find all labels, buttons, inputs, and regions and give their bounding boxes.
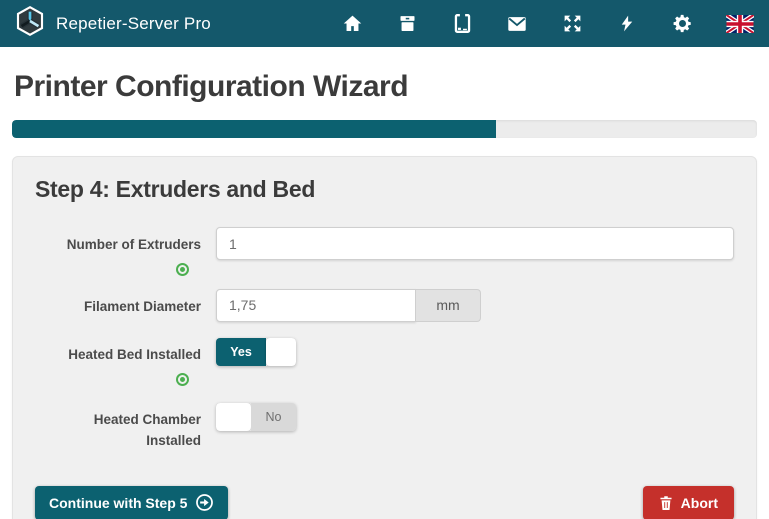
field-row-heated-bed: Heated Bed Installed Yes: [35, 337, 734, 386]
heated-bed-toggle[interactable]: Yes: [216, 338, 296, 366]
page-title: Printer Configuration Wizard: [14, 70, 755, 104]
progress-fill: [12, 120, 496, 138]
navbar-icons: [308, 13, 754, 35]
fullscreen-icon[interactable]: [561, 13, 583, 35]
extruders-help-icon[interactable]: [176, 263, 189, 276]
heated-chamber-toggle[interactable]: No: [216, 403, 296, 431]
field-row-extruders: Number of Extruders: [35, 227, 734, 276]
trash-icon: [659, 495, 673, 511]
wizard-progress-bar: [12, 120, 757, 138]
abort-button[interactable]: Abort: [643, 486, 734, 519]
arrow-right-circle-icon: [195, 493, 214, 512]
brand-title: Repetier-Server Pro: [56, 14, 211, 34]
wizard-buttons: Continue with Step 5 Abort: [35, 486, 734, 519]
toggle-knob: [266, 338, 296, 366]
navbar: Repetier-Server Pro: [0, 0, 769, 47]
heated-bed-label: Heated Bed Installed: [68, 345, 201, 366]
settings-gear-icon[interactable]: [671, 13, 693, 35]
emergency-stop-bolt-icon[interactable]: [616, 13, 638, 35]
continue-button-label: Continue with Step 5: [49, 495, 187, 511]
field-row-heated-chamber: Heated Chamber Installed No: [35, 402, 734, 452]
repetier-logo-icon: [14, 5, 46, 42]
brand[interactable]: Repetier-Server Pro: [14, 5, 211, 42]
filament-diameter-input[interactable]: [216, 289, 416, 322]
language-uk-flag-icon[interactable]: [726, 13, 754, 35]
continue-button[interactable]: Continue with Step 5: [35, 486, 228, 519]
filament-label: Filament Diameter: [84, 297, 201, 318]
heated-bed-help-icon[interactable]: [176, 373, 189, 386]
toggle-yes-label: Yes: [216, 338, 266, 366]
heated-chamber-label: Heated Chamber Installed: [83, 410, 201, 452]
step-title: Step 4: Extruders and Bed: [35, 176, 734, 203]
printer-icon[interactable]: [396, 13, 418, 35]
home-icon[interactable]: [341, 13, 363, 35]
toggle-no-label: No: [251, 403, 296, 431]
filament-unit-addon: mm: [416, 289, 481, 322]
abort-button-label: Abort: [681, 495, 718, 511]
main-content: Printer Configuration Wizard Step 4: Ext…: [0, 70, 769, 519]
wizard-step-card: Step 4: Extruders and Bed Number of Extr…: [12, 156, 757, 519]
manual-icon[interactable]: [451, 13, 473, 35]
field-row-filament: Filament Diameter mm: [35, 289, 734, 322]
messages-envelope-icon[interactable]: [506, 13, 528, 35]
toggle-knob: [216, 403, 251, 431]
extruders-input[interactable]: [216, 227, 734, 260]
extruders-label: Number of Extruders: [67, 235, 201, 256]
